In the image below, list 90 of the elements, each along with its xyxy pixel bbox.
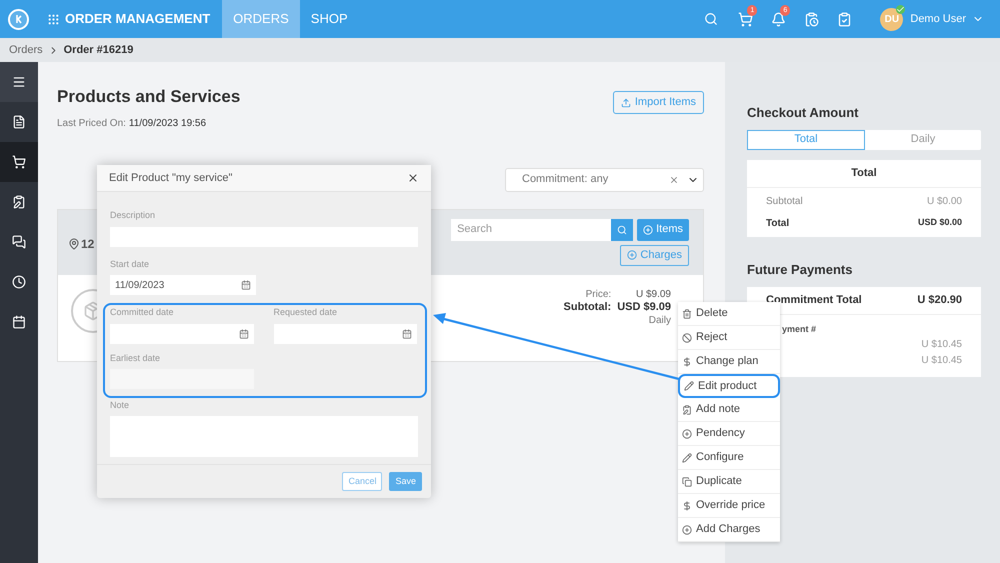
payment-label: yment # bbox=[782, 323, 818, 336]
pencil-icon bbox=[682, 452, 692, 462]
cart-icon bbox=[12, 155, 26, 169]
copy-icon bbox=[682, 476, 692, 486]
plus-circle-icon bbox=[627, 250, 638, 260]
field-label: Description bbox=[110, 209, 156, 222]
menu-item[interactable]: Add Charges bbox=[678, 518, 780, 542]
field-label: Requested date bbox=[274, 306, 338, 319]
pencil-icon bbox=[684, 381, 694, 391]
field-label: Note bbox=[110, 399, 130, 412]
date-field[interactable]: 11/09/2023 bbox=[110, 275, 256, 295]
field-label: Start date bbox=[110, 258, 150, 270]
payment-value: U $10.45 bbox=[921, 354, 962, 368]
summary-label: Total bbox=[766, 216, 790, 230]
upload-icon bbox=[620, 98, 631, 108]
document-icon bbox=[12, 115, 26, 129]
apps-grid-icon[interactable] bbox=[47, 12, 60, 26]
menu-item[interactable]: Pendency bbox=[678, 422, 780, 446]
subtotal-label: Subtotal: bbox=[564, 300, 612, 314]
menu-item[interactable]: Edit product bbox=[678, 374, 780, 398]
card-title: Total bbox=[851, 166, 877, 181]
calendar-icon bbox=[402, 328, 412, 338]
price-label: Price: bbox=[584, 288, 612, 300]
search-field[interactable]: Search bbox=[451, 218, 612, 240]
clipboard-clock-icon[interactable] bbox=[804, 12, 820, 26]
save-button[interactable]: Save bbox=[389, 472, 422, 491]
menu-item[interactable]: Delete bbox=[678, 302, 780, 326]
add-charges-button[interactable]: Charges bbox=[620, 244, 689, 266]
clear-icon[interactable] bbox=[669, 174, 679, 184]
location-text: 12 bbox=[81, 236, 94, 252]
section-title: Checkout Amount bbox=[747, 104, 860, 122]
date-field[interactable] bbox=[110, 324, 254, 344]
check-icon bbox=[896, 4, 906, 14]
add-items-button[interactable]: Items bbox=[637, 218, 689, 240]
menu-item[interactable]: Override price bbox=[678, 494, 780, 518]
app-title: ORDER MANAGEMENT bbox=[65, 10, 210, 28]
last-priced-label: Last Priced On: bbox=[57, 116, 126, 130]
close-icon[interactable] bbox=[407, 172, 419, 184]
clipboard-icon bbox=[12, 195, 26, 209]
menu-item[interactable]: Duplicate bbox=[678, 470, 780, 494]
last-priced-value: 11/09/2023 19:56 bbox=[128, 116, 206, 130]
cart-icon[interactable] bbox=[738, 12, 754, 26]
user-name[interactable]: Demo User bbox=[910, 10, 966, 28]
commitment-value: U $20.90 bbox=[917, 293, 962, 308]
plus-circle-icon bbox=[643, 224, 654, 234]
field-label: Earliest date bbox=[110, 352, 162, 364]
section-title: Future Payments bbox=[747, 260, 854, 279]
dollar-icon bbox=[682, 356, 692, 366]
menu-item[interactable]: Configure bbox=[678, 446, 780, 470]
search-button[interactable] bbox=[611, 218, 634, 240]
price-value: U $9.09 bbox=[634, 288, 671, 300]
location-pin-icon bbox=[68, 238, 80, 250]
period-tab[interactable]: Total bbox=[747, 130, 865, 150]
menu-item[interactable]: Change plan bbox=[678, 350, 780, 374]
summary-label: Subtotal bbox=[766, 194, 803, 208]
sidebar-item[interactable] bbox=[0, 142, 38, 182]
dialog-title: Edit Product "my service" bbox=[109, 170, 232, 186]
commitment-select[interactable]: Commitment: any bbox=[505, 168, 704, 192]
clipboard-check-icon[interactable] bbox=[837, 12, 852, 26]
breadcrumb-current: Order #16219 bbox=[64, 42, 134, 58]
breadcrumb-link[interactable]: Orders bbox=[9, 42, 43, 58]
nav-tab[interactable]: SHOP bbox=[300, 0, 359, 38]
field-label: Committed date bbox=[110, 306, 175, 319]
chat-icon bbox=[12, 235, 26, 249]
subtotal-value: USD $9.09 bbox=[617, 300, 671, 314]
ban-icon bbox=[682, 332, 692, 342]
clock-icon bbox=[12, 275, 26, 289]
calendar-icon bbox=[238, 328, 248, 338]
menu-item[interactable]: Reject bbox=[678, 326, 780, 350]
menu-icon bbox=[12, 75, 26, 89]
plus-circle-icon bbox=[682, 428, 692, 438]
trash-icon bbox=[682, 308, 692, 318]
logo-icon[interactable] bbox=[8, 8, 29, 30]
period-tab[interactable]: Daily bbox=[865, 130, 981, 150]
dollar-icon bbox=[682, 500, 692, 510]
import-items-button[interactable]: Import Items bbox=[612, 91, 704, 114]
payment-value: U $10.45 bbox=[921, 338, 962, 352]
calendar-icon bbox=[12, 315, 26, 329]
calendar-icon bbox=[241, 280, 251, 290]
clipboard-icon bbox=[682, 404, 692, 414]
plus-circle-icon bbox=[682, 524, 692, 534]
summary-value: USD $0.00 bbox=[918, 216, 962, 228]
search-icon bbox=[617, 224, 628, 234]
summary-value: U $0.00 bbox=[926, 194, 962, 208]
bell-icon[interactable] bbox=[771, 12, 786, 26]
menu-item[interactable]: Add note bbox=[678, 398, 780, 422]
date-field[interactable] bbox=[274, 324, 417, 344]
period-text: Daily bbox=[648, 314, 671, 326]
search-icon[interactable] bbox=[704, 12, 718, 26]
section-title: Products and Services bbox=[57, 86, 240, 108]
